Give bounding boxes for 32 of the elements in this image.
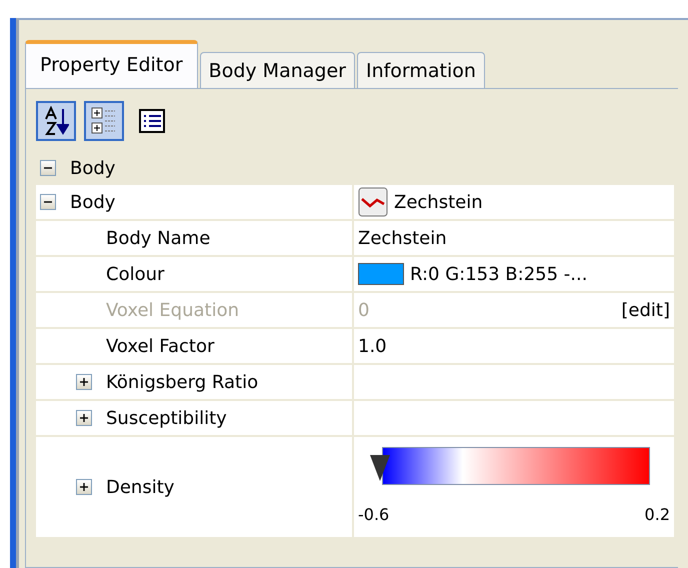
categories-icon xyxy=(90,106,118,136)
property-value: 0 xyxy=(358,300,370,320)
property-name: Susceptibility xyxy=(106,408,227,428)
collapse-icon[interactable] xyxy=(40,194,56,210)
tab[interactable]: Information xyxy=(356,52,485,88)
property-value: 1.0 xyxy=(358,336,387,356)
property-name: Colour xyxy=(106,264,164,284)
expand-icon[interactable] xyxy=(76,374,92,390)
collapse-icon[interactable] xyxy=(40,160,56,176)
property-name: Voxel Equation xyxy=(106,300,239,320)
property-value: Zechstein xyxy=(394,192,483,212)
property-name: Body Name xyxy=(106,228,210,248)
property-value: Zechstein xyxy=(358,228,447,248)
property-name: Body xyxy=(70,192,116,212)
tab[interactable]: Body Manager xyxy=(200,52,355,88)
property-name: Density xyxy=(106,476,174,498)
expand-icon[interactable] xyxy=(76,479,92,495)
sort-button[interactable] xyxy=(36,101,76,141)
property-name: Königsberg Ratio xyxy=(106,372,258,392)
colour-scale[interactable] xyxy=(382,447,650,485)
tab[interactable]: Property Editor xyxy=(25,40,198,88)
scale-thumb[interactable] xyxy=(370,455,390,481)
category-label: Body xyxy=(70,158,116,178)
scale-max-label: 0.2 xyxy=(644,505,670,524)
categories-button[interactable] xyxy=(84,101,124,141)
expand-icon[interactable] xyxy=(76,410,92,426)
scale-min-label: -0.6 xyxy=(358,505,390,524)
sort-icon xyxy=(43,106,69,136)
body-icon xyxy=(358,187,388,217)
property-name: Voxel Factor xyxy=(106,336,214,356)
property-value: R:0 G:153 B:255 -... xyxy=(410,264,588,284)
list-icon xyxy=(138,108,166,134)
